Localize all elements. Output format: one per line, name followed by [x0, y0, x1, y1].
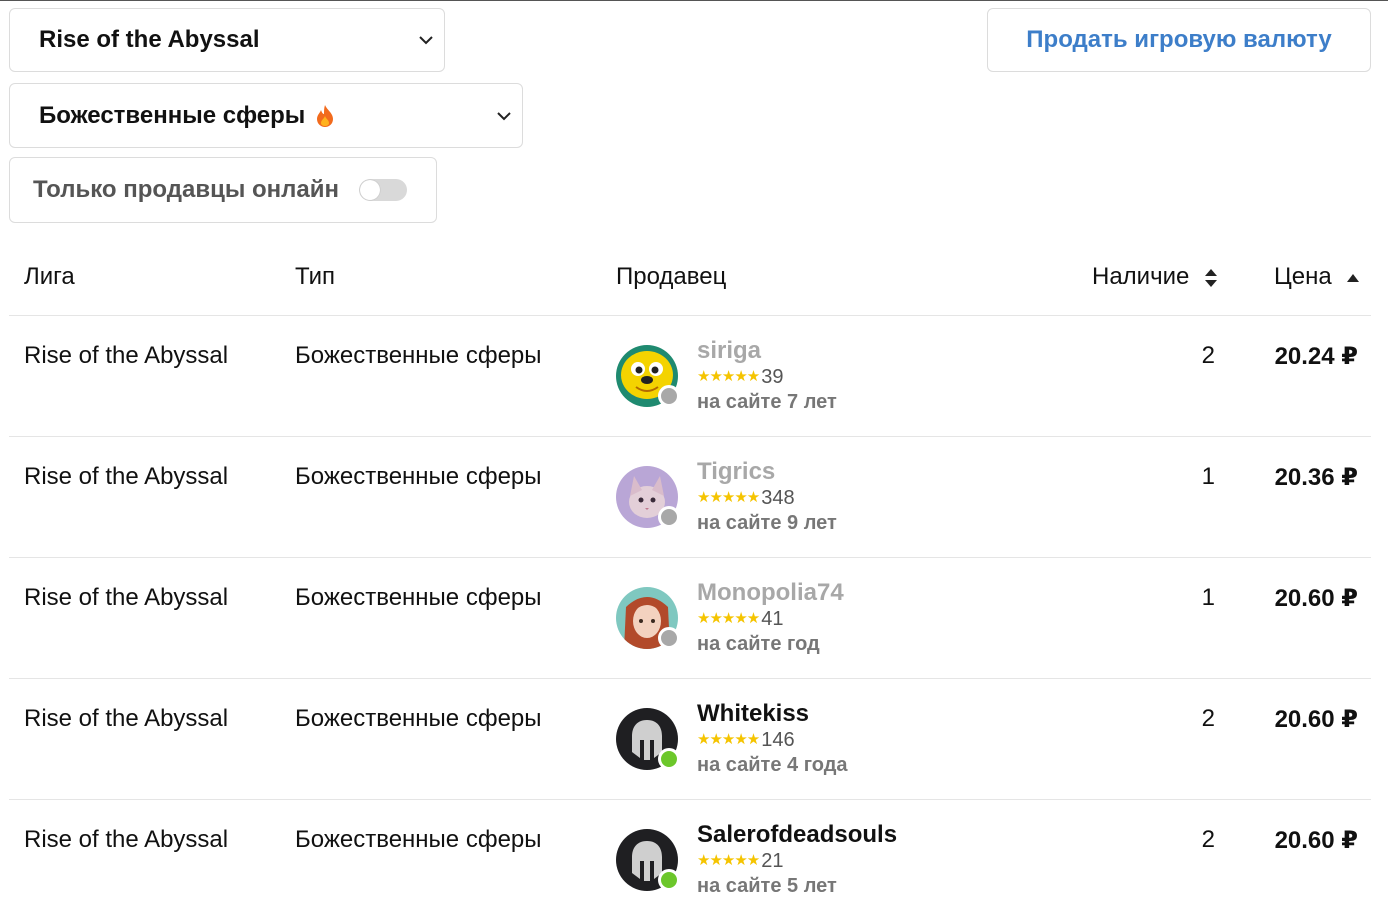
stars-icon: ★★★★★: [697, 731, 760, 748]
online-status-dot: [658, 748, 680, 770]
price-cell: 20.24 ₽: [1274, 343, 1358, 370]
table-row[interactable]: Rise of the Abyssal Божественные сферы W…: [0, 679, 1388, 800]
header-price[interactable]: Цена: [1274, 263, 1360, 291]
seller-rating: ★★★★★ 146: [697, 728, 848, 752]
review-count: 146: [761, 729, 795, 751]
stars-icon: ★★★★★: [697, 852, 760, 869]
avatar[interactable]: [616, 708, 680, 770]
online-status-dot: [658, 869, 680, 891]
online-toggle-switch[interactable]: [359, 179, 407, 201]
offline-status-dot: [658, 506, 680, 528]
stock-cell: 2: [1201, 342, 1215, 369]
price-cell: 20.60 ₽: [1274, 827, 1358, 854]
league-cell: Rise of the Abyssal: [24, 463, 229, 490]
review-count: 21: [761, 850, 784, 872]
sell-currency-label: Продать игровую валюту: [1026, 26, 1332, 53]
seller-rating: ★★★★★ 41: [697, 607, 844, 631]
sell-currency-button[interactable]: Продать игровую валюту: [987, 8, 1371, 72]
header-price-label: Цена: [1274, 263, 1332, 290]
top-border: [0, 0, 1388, 1]
stars-icon: ★★★★★: [697, 489, 760, 506]
price-cell: 20.60 ₽: [1274, 585, 1358, 612]
header-stock-label: Наличие: [1092, 263, 1190, 290]
header-seller: Продавец: [616, 263, 727, 290]
table-row[interactable]: Rise of the Abyssal Божественные сферы M…: [0, 558, 1388, 679]
league-cell: Rise of the Abyssal: [24, 584, 229, 611]
type-cell: Божественные сферы: [295, 342, 542, 369]
seller-since: на сайте 9 лет: [697, 512, 837, 534]
sort-ascending-icon: [1347, 273, 1360, 282]
stars-icon: ★★★★★: [697, 368, 760, 385]
table-row[interactable]: Rise of the Abyssal Божественные сферы T…: [0, 437, 1388, 558]
header-league: Лига: [24, 263, 75, 290]
seller-rating: ★★★★★ 39: [697, 365, 837, 389]
seller-since: на сайте год: [697, 633, 820, 655]
stock-cell: 1: [1201, 463, 1215, 490]
currency-select-value: Божественные сферы: [39, 101, 306, 129]
stars-icon: ★★★★★: [697, 610, 760, 627]
review-count: 39: [761, 366, 784, 388]
seller-since: на сайте 4 года: [697, 754, 848, 776]
league-cell: Rise of the Abyssal: [24, 705, 229, 732]
online-filter-label: Только продавцы онлайн: [33, 176, 339, 203]
seller-name-link[interactable]: Salerofdeadsouls: [697, 822, 897, 848]
stock-cell: 2: [1201, 705, 1215, 732]
fire-icon: [317, 104, 334, 127]
avatar[interactable]: [616, 466, 680, 528]
league-cell: Rise of the Abyssal: [24, 826, 229, 853]
chevron-down-icon: [419, 36, 433, 45]
offline-status-dot: [658, 627, 680, 649]
type-cell: Божественные сферы: [295, 584, 542, 611]
seller-rating: ★★★★★ 348: [697, 486, 837, 510]
game-select-value: Rise of the Abyssal: [39, 26, 260, 53]
seller-name-link[interactable]: Tigrics: [697, 459, 837, 485]
seller-since: на сайте 7 лет: [697, 391, 837, 413]
sort-icon: [1205, 268, 1218, 287]
avatar[interactable]: [616, 345, 680, 407]
review-count: 348: [761, 487, 795, 509]
currency-select[interactable]: Божественные сферы: [9, 83, 523, 148]
stock-cell: 2: [1201, 826, 1215, 853]
online-filter[interactable]: Только продавцы онлайн: [9, 157, 437, 223]
header-type: Тип: [295, 263, 336, 290]
offline-status-dot: [658, 385, 680, 407]
stock-cell: 1: [1201, 584, 1215, 611]
table-row[interactable]: Rise of the Abyssal Божественные сферы s…: [0, 316, 1388, 437]
type-cell: Божественные сферы: [295, 826, 542, 853]
seller-name-link[interactable]: siriga: [697, 338, 837, 364]
table-row[interactable]: Rise of the Abyssal Божественные сферы S…: [0, 800, 1388, 921]
avatar[interactable]: [616, 587, 680, 649]
price-cell: 20.36 ₽: [1274, 464, 1358, 491]
toggle-knob: [360, 180, 380, 200]
type-cell: Божественные сферы: [295, 705, 542, 732]
price-cell: 20.60 ₽: [1274, 706, 1358, 733]
header-stock[interactable]: Наличие: [1092, 263, 1218, 291]
seller-name-link[interactable]: Monopolia74: [697, 580, 844, 606]
seller-since: на сайте 5 лет: [697, 875, 837, 897]
league-cell: Rise of the Abyssal: [24, 342, 229, 369]
seller-name-link[interactable]: Whitekiss: [697, 701, 848, 727]
seller-rating: ★★★★★ 21: [697, 849, 897, 873]
type-cell: Божественные сферы: [295, 463, 542, 490]
chevron-down-icon: [497, 111, 511, 120]
avatar[interactable]: [616, 829, 680, 891]
game-select[interactable]: Rise of the Abyssal: [9, 8, 445, 72]
review-count: 41: [761, 608, 784, 630]
